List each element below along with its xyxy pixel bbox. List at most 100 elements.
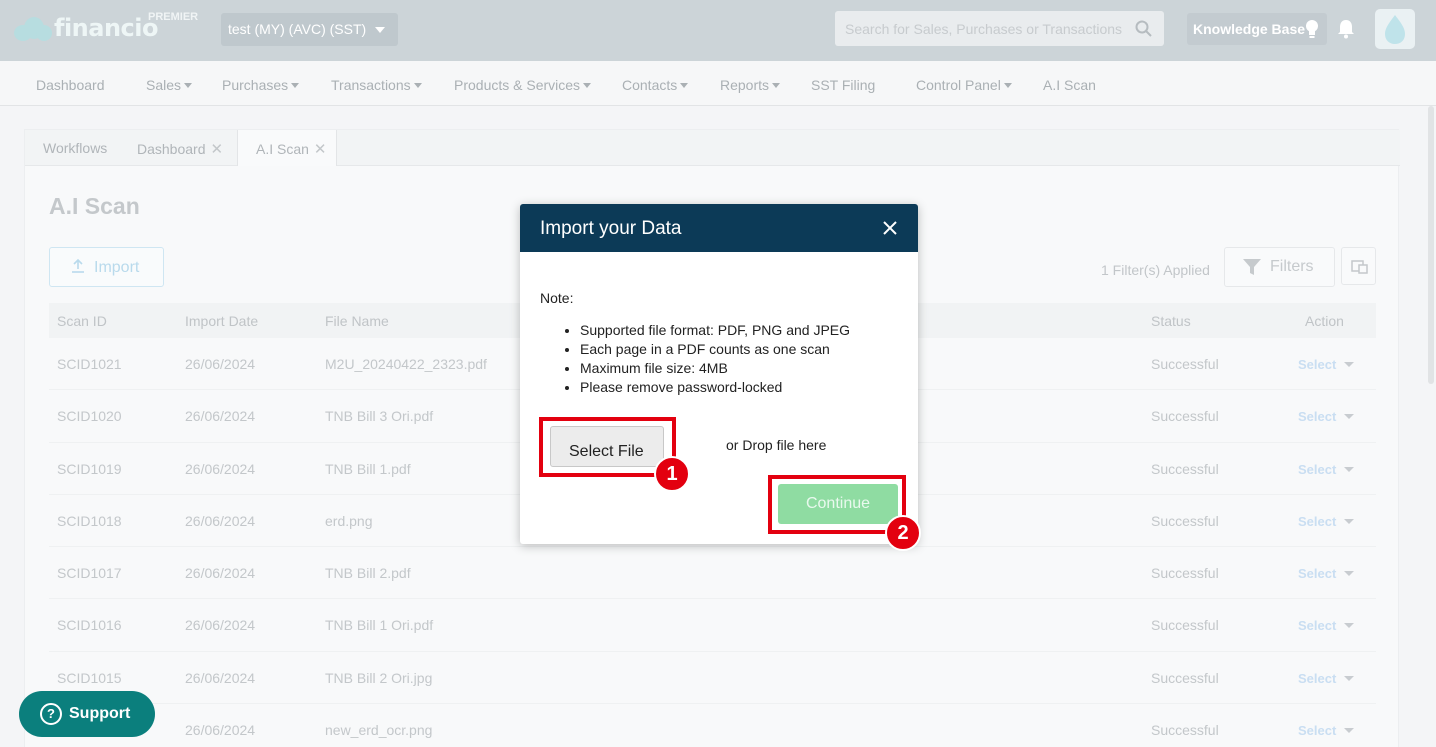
column-header-file-name[interactable]: File Name bbox=[325, 313, 389, 329]
brand-name: financio bbox=[54, 14, 158, 42]
nav-ai-scan[interactable]: A.I Scan bbox=[1043, 77, 1096, 93]
nav-control-panel[interactable]: Control Panel bbox=[916, 77, 1012, 93]
organization-name: test (MY) (AVC) (SST) bbox=[228, 21, 367, 37]
nav-sst-filing[interactable]: SST Filing bbox=[811, 77, 875, 93]
row-action-select[interactable]: Select bbox=[1298, 723, 1355, 738]
tier-badge: PREMIER bbox=[148, 11, 199, 23]
caret-down-icon bbox=[184, 83, 193, 88]
modal-title: Import your Data bbox=[540, 218, 682, 239]
nav-contacts[interactable]: Contacts bbox=[622, 77, 689, 93]
file-name-cell: new_erd_ocr.png bbox=[325, 722, 433, 739]
scrollbar-thumb[interactable] bbox=[1428, 106, 1434, 384]
row-action-label: Select bbox=[1298, 670, 1337, 686]
close-tab-icon[interactable]: ✕ bbox=[314, 141, 327, 158]
caret-down-icon bbox=[1344, 518, 1355, 524]
row-action-label: Select bbox=[1298, 513, 1337, 529]
import-button[interactable]: Import bbox=[49, 247, 164, 287]
search-input[interactable] bbox=[835, 11, 1125, 46]
status-cell: Successful bbox=[1151, 565, 1219, 582]
file-name-cell: M2U_20240422_2323.pdf bbox=[325, 356, 487, 372]
import-label: Import bbox=[94, 259, 140, 276]
annotation-badge-2: 2 bbox=[885, 515, 921, 551]
status-cell: Successful bbox=[1151, 617, 1219, 634]
status-cell: Successful bbox=[1151, 460, 1219, 477]
row-action-select[interactable]: Select bbox=[1298, 618, 1355, 634]
row-action-label: Select bbox=[1298, 461, 1337, 477]
table-row[interactable]: SCID1016 26/06/2024 TNB Bill 1 Ori.pdf Succ… bbox=[49, 599, 1376, 652]
file-name-cell: TNB Bill 1.pdf bbox=[325, 460, 411, 477]
column-header-action: Action bbox=[1305, 313, 1344, 329]
help-question-icon: ? bbox=[40, 703, 62, 725]
column-header-import-date[interactable]: Import Date bbox=[185, 313, 258, 329]
caret-down-icon bbox=[1344, 362, 1355, 367]
global-search bbox=[835, 11, 1164, 46]
nav-control-panel-label: Control Panel bbox=[916, 77, 1001, 93]
caret-down-icon bbox=[680, 83, 689, 88]
cloud-logo-icon bbox=[14, 15, 52, 41]
row-action-select[interactable]: Select bbox=[1298, 409, 1355, 425]
close-tab-icon[interactable]: ✕ bbox=[211, 141, 224, 158]
table-row[interactable]: 26/06/2024 new_erd_ocr.png Successful Selec… bbox=[49, 704, 1376, 747]
table-row[interactable]: SCID1017 26/06/2024 TNB Bill 2.pdf Successf… bbox=[49, 547, 1376, 600]
scan-id-cell: SCID1017 bbox=[57, 565, 122, 582]
knowledge-base-label: Knowledge Base bbox=[1193, 21, 1306, 37]
filters-applied-text: 1 Filter(s) Applied bbox=[1101, 262, 1210, 278]
knowledge-base-button[interactable]: Knowledge Base bbox=[1187, 13, 1327, 45]
nav-products-services[interactable]: Products & Services bbox=[454, 77, 592, 93]
tab-ai-scan[interactable]: A.I Scan ✕ bbox=[237, 130, 337, 166]
support-button[interactable]: ? Support bbox=[19, 691, 155, 737]
row-action-select[interactable]: Select bbox=[1298, 670, 1355, 686]
row-action-select[interactable]: Select bbox=[1298, 357, 1355, 372]
user-avatar[interactable] bbox=[1375, 9, 1415, 49]
drop-zone-text[interactable]: or Drop file here bbox=[726, 437, 826, 453]
workspace-tabs: Workflows Dashboard ✕ A.I Scan ✕ bbox=[25, 130, 1400, 166]
note-list: Supported file format: PDF, PNG and JPEG… bbox=[580, 321, 850, 397]
note-item: Please remove password-locked bbox=[580, 378, 850, 397]
import-date-cell: 26/06/2024 bbox=[185, 722, 256, 739]
chevron-down-icon bbox=[375, 27, 385, 33]
nav-transactions[interactable]: Transactions bbox=[331, 77, 422, 93]
financio-logo[interactable]: financio bbox=[14, 14, 158, 42]
import-date-cell: 26/06/2024 bbox=[185, 617, 256, 634]
caret-down-icon bbox=[1344, 571, 1355, 577]
scan-id-cell: SCID1016 bbox=[57, 617, 122, 634]
tab-workflows[interactable]: Workflows bbox=[43, 140, 107, 156]
nav-dashboard[interactable]: Dashboard bbox=[36, 77, 105, 93]
nav-purchases-label: Purchases bbox=[222, 77, 289, 93]
droplet-avatar-icon bbox=[1385, 15, 1405, 44]
support-label: Support bbox=[69, 705, 131, 722]
column-header-status[interactable]: Status bbox=[1151, 313, 1191, 329]
page-scrollbar[interactable] bbox=[1428, 106, 1436, 386]
row-action-label: Select bbox=[1298, 618, 1337, 634]
notification-bell-icon[interactable] bbox=[1337, 19, 1355, 39]
column-header-scan-id[interactable]: Scan ID bbox=[57, 313, 107, 329]
status-cell: Successful bbox=[1151, 408, 1219, 425]
scan-id-cell: SCID1020 bbox=[57, 408, 122, 425]
filters-button[interactable]: Filters bbox=[1224, 247, 1335, 287]
caret-down-icon bbox=[583, 83, 592, 88]
column-settings-button[interactable] bbox=[1341, 247, 1376, 285]
row-action-select[interactable]: Select bbox=[1298, 566, 1355, 582]
nav-reports[interactable]: Reports bbox=[720, 77, 781, 93]
search-icon[interactable] bbox=[1135, 20, 1152, 37]
scan-id-cell: SCID1018 bbox=[57, 512, 122, 529]
annotation-highlight-continue bbox=[768, 475, 906, 534]
organization-select[interactable]: test (MY) (AVC) (SST) bbox=[221, 13, 398, 46]
caret-down-icon bbox=[413, 83, 422, 88]
modal-header: Import your Data bbox=[520, 204, 918, 252]
table-row[interactable]: SCID1015 26/06/2024 TNB Bill 2 Ori.jpg Succ… bbox=[49, 652, 1376, 705]
scan-id-cell: SCID1021 bbox=[57, 356, 122, 372]
row-action-label: Select bbox=[1298, 566, 1337, 582]
row-action-select[interactable]: Select bbox=[1298, 513, 1355, 529]
row-action-label: Select bbox=[1298, 409, 1337, 425]
status-cell: Successful bbox=[1151, 356, 1219, 372]
caret-down-icon bbox=[291, 83, 300, 88]
nav-sales[interactable]: Sales bbox=[146, 77, 193, 93]
import-date-cell: 26/06/2024 bbox=[185, 565, 256, 582]
status-cell: Successful bbox=[1151, 512, 1219, 529]
nav-purchases[interactable]: Purchases bbox=[222, 77, 300, 93]
row-action-select[interactable]: Select bbox=[1298, 461, 1355, 477]
close-icon[interactable] bbox=[880, 218, 900, 238]
note-item: Maximum file size: 4MB bbox=[580, 359, 850, 378]
tab-dashboard[interactable]: Dashboard ✕ bbox=[137, 140, 223, 158]
